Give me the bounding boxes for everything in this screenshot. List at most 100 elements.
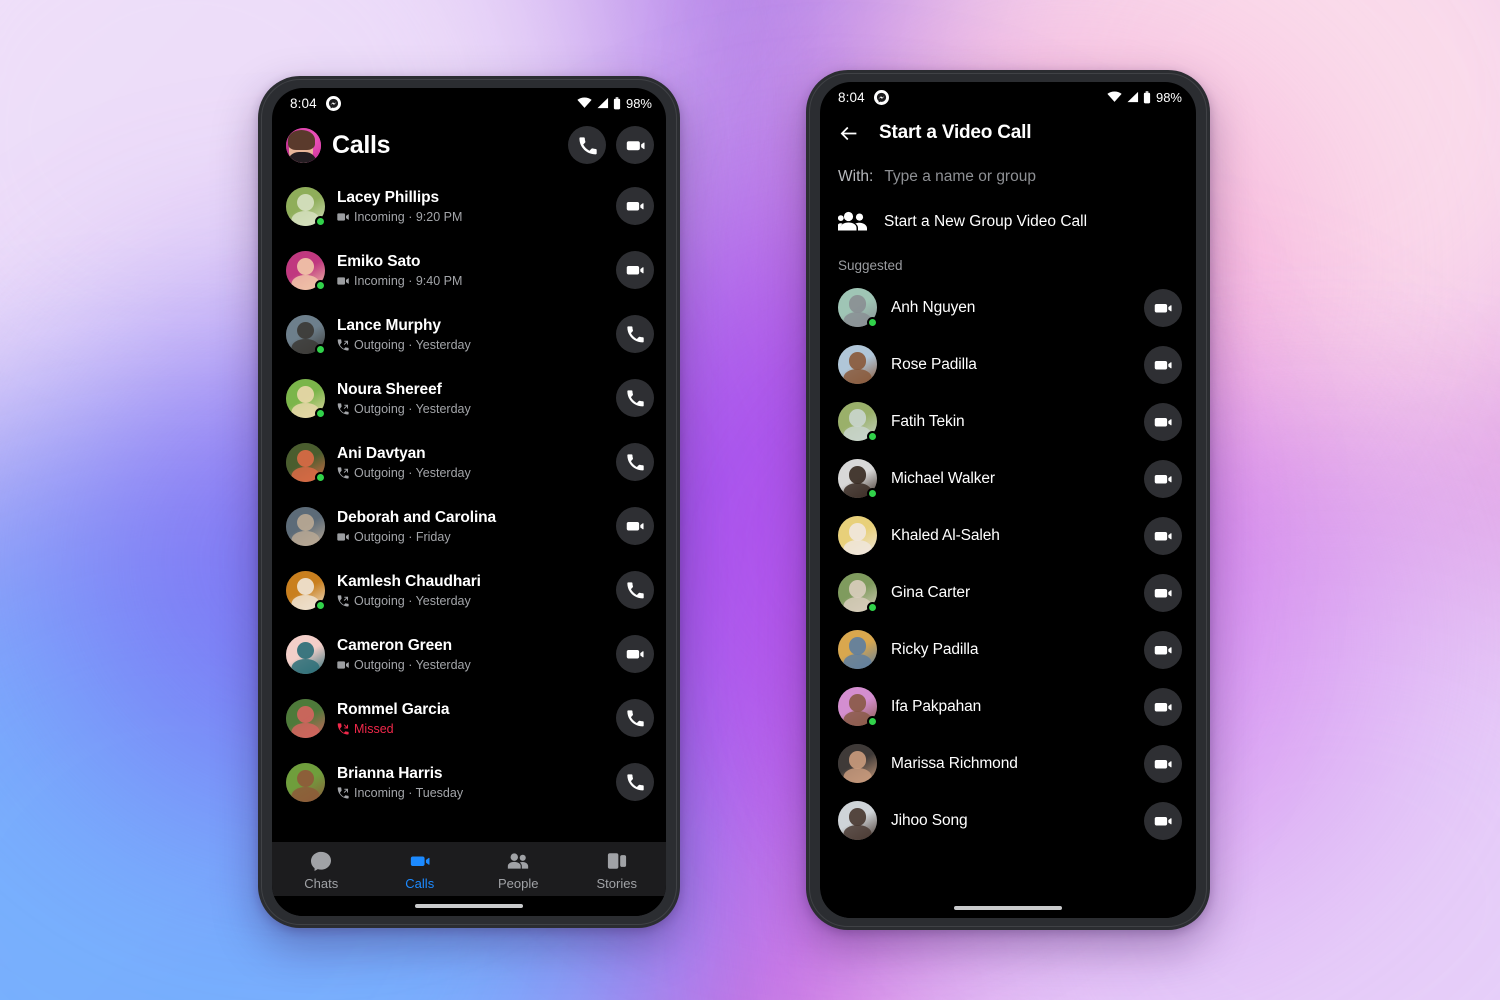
recipient-field-row[interactable]: With: Type a name or group	[820, 156, 1196, 200]
back-arrow-icon[interactable]	[838, 123, 859, 144]
call-history-row[interactable]: Cameron Green Outgoing · Yesterday	[272, 622, 666, 686]
row-video-call-button[interactable]	[1144, 573, 1182, 612]
avatar-wrapper[interactable]	[838, 459, 878, 499]
row-video-call-button[interactable]	[1144, 345, 1182, 384]
header-video-call-button[interactable]	[616, 126, 654, 164]
row-video-call-button[interactable]	[1144, 459, 1182, 498]
avatar-wrapper[interactable]	[838, 630, 877, 669]
suggested-contact-row[interactable]: Rose Padilla	[820, 336, 1196, 393]
tab-calls[interactable]: Calls	[371, 851, 470, 891]
call-status-text: Incoming · 9:40 PM	[337, 274, 604, 288]
avatar-wrapper[interactable]	[838, 687, 878, 727]
online-status-dot	[867, 488, 878, 499]
suggested-contact-row[interactable]: Ricky Padilla	[820, 621, 1196, 678]
call-history-list[interactable]: Lacey Phillips Incoming · 9:20 PM Emiko Sa…	[272, 174, 666, 842]
call-history-row[interactable]: Ani Davtyan Outgoing · Yesterday	[272, 430, 666, 494]
avatar-wrapper[interactable]	[838, 288, 878, 328]
avatar-wrapper[interactable]	[838, 345, 877, 384]
row-video-call-button[interactable]	[616, 187, 654, 225]
header-audio-call-button[interactable]	[568, 126, 606, 164]
call-history-row[interactable]: Deborah and Carolina Outgoing · Friday	[272, 494, 666, 558]
call-history-row[interactable]: Noura Shereef Outgoing · Yesterday	[272, 366, 666, 430]
row-audio-call-button[interactable]	[616, 763, 654, 801]
tab-chats[interactable]: Chats	[272, 851, 371, 891]
call-history-row[interactable]: Kamlesh Chaudhari Outgoing · Yesterday	[272, 558, 666, 622]
call-status-text: Incoming · Tuesday	[337, 786, 604, 800]
suggested-contact-row[interactable]: Fatih Tekin	[820, 393, 1196, 450]
row-audio-call-button[interactable]	[616, 699, 654, 737]
signal-icon	[596, 97, 609, 109]
contact-name: Michael Walker	[891, 469, 995, 487]
avatar-wrapper[interactable]	[838, 744, 877, 783]
suggested-contact-row[interactable]: Marissa Richmond	[820, 735, 1196, 792]
avatar	[286, 698, 325, 738]
suggested-row-text: Michael Walker	[891, 469, 1130, 488]
row-video-call-button[interactable]	[1144, 687, 1182, 726]
row-video-call-button[interactable]	[616, 251, 654, 289]
row-video-call-button[interactable]	[1144, 744, 1182, 783]
row-audio-call-button[interactable]	[616, 379, 654, 417]
avatar-wrapper[interactable]	[286, 634, 325, 674]
avatar-wrapper[interactable]	[838, 402, 878, 442]
avatar-wrapper[interactable]	[286, 186, 326, 227]
bottom-tab-bar[interactable]: Chats Calls People Stories	[272, 842, 666, 896]
start-group-video-call-button[interactable]: Start a New Group Video Call	[820, 200, 1196, 245]
avatar	[838, 630, 877, 669]
tab-stories[interactable]: Stories	[568, 851, 667, 891]
avatar-wrapper[interactable]	[286, 442, 326, 483]
tab-label: Chats	[304, 876, 339, 891]
suggested-contacts-list[interactable]: Anh Nguyen Rose Padilla Fatih Tekin Michael…	[820, 279, 1196, 898]
call-history-row[interactable]: Rommel Garcia Missed	[272, 686, 666, 750]
call-history-row[interactable]: Lacey Phillips Incoming · 9:20 PM	[272, 174, 666, 238]
tab-people[interactable]: People	[469, 851, 568, 891]
online-status-dot	[315, 471, 326, 483]
call-row-text: Cameron Green Outgoing · Yesterday	[337, 636, 604, 672]
avatar	[838, 801, 877, 840]
avatar-wrapper[interactable]	[838, 801, 877, 840]
row-video-call-button[interactable]	[1144, 630, 1182, 669]
call-history-row[interactable]: Emiko Sato Incoming · 9:40 PM	[272, 238, 666, 302]
call-status-label: Missed	[354, 722, 394, 737]
wifi-icon	[577, 97, 592, 109]
call-status-text: Outgoing · Yesterday	[337, 658, 604, 672]
row-audio-call-button[interactable]	[616, 315, 654, 353]
call-outgoing-icon	[337, 403, 349, 415]
contact-name: Cameron Green	[337, 636, 452, 654]
call-history-row[interactable]: Lance Murphy Outgoing · Yesterday	[272, 302, 666, 366]
avatar-wrapper[interactable]	[286, 570, 326, 611]
row-video-call-button[interactable]	[1144, 516, 1182, 555]
suggested-row-text: Fatih Tekin	[891, 412, 1130, 431]
suggested-contact-row[interactable]: Jihoo Song	[820, 792, 1196, 849]
suggested-contact-row[interactable]: Anh Nguyen	[820, 279, 1196, 336]
avatar-wrapper[interactable]	[286, 378, 326, 419]
call-status-label: Outgoing · Yesterday	[354, 466, 471, 481]
row-video-call-button[interactable]	[1144, 288, 1182, 327]
online-status-dot	[867, 602, 878, 613]
avatar-wrapper[interactable]	[286, 762, 325, 802]
profile-avatar[interactable]	[286, 127, 321, 163]
avatar-wrapper[interactable]	[286, 506, 325, 546]
call-history-row[interactable]: Brianna Harris Incoming · Tuesday	[272, 750, 666, 814]
row-audio-call-button[interactable]	[616, 443, 654, 481]
call-row-text: Emiko Sato Incoming · 9:40 PM	[337, 252, 604, 288]
suggested-contact-row[interactable]: Khaled Al-Saleh	[820, 507, 1196, 564]
recipient-input[interactable]: Type a name or group	[884, 168, 1036, 186]
row-audio-call-button[interactable]	[616, 571, 654, 609]
row-video-call-button[interactable]	[1144, 402, 1182, 441]
contact-name: Jihoo Song	[891, 811, 968, 829]
avatar-wrapper[interactable]	[838, 573, 878, 613]
avatar-wrapper[interactable]	[286, 314, 326, 355]
avatar-wrapper[interactable]	[838, 516, 877, 555]
contact-name: Fatih Tekin	[891, 412, 965, 430]
suggested-contact-row[interactable]: Gina Carter	[820, 564, 1196, 621]
suggested-contact-row[interactable]: Ifa Pakpahan	[820, 678, 1196, 735]
call-status-text: Outgoing · Friday	[337, 530, 604, 544]
row-video-call-button[interactable]	[1144, 801, 1182, 840]
avatar-wrapper[interactable]	[286, 698, 325, 738]
avatar-wrapper[interactable]	[286, 250, 326, 291]
row-video-call-button[interactable]	[616, 635, 654, 673]
row-video-call-button[interactable]	[616, 507, 654, 545]
call-status-label: Outgoing · Yesterday	[354, 338, 471, 353]
suggested-contact-row[interactable]: Michael Walker	[820, 450, 1196, 507]
avatar	[838, 744, 877, 783]
